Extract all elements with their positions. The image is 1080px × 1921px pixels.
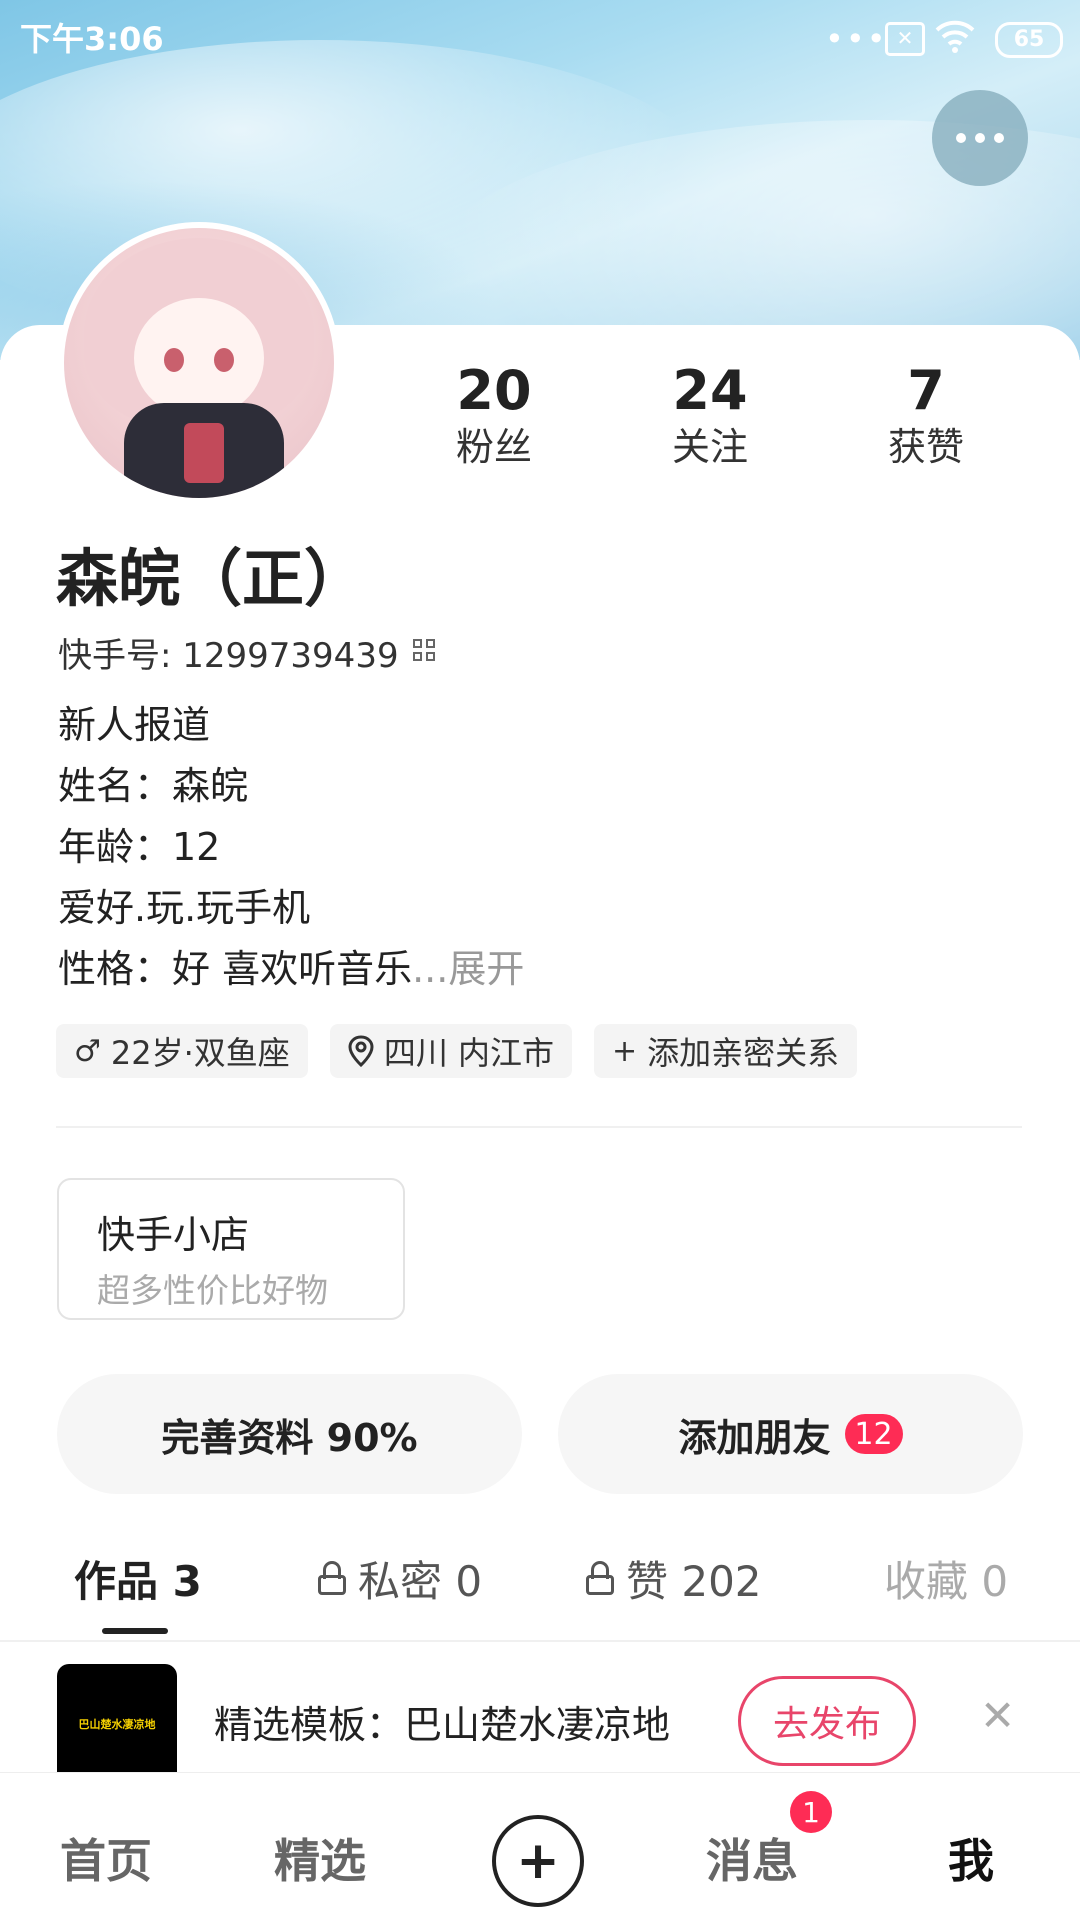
add-friends-label: 添加朋友: [678, 1415, 831, 1460]
location-tag: 四川 内江市: [329, 1024, 572, 1078]
active-tab-indicator: [102, 1628, 168, 1634]
following-label: 关注: [671, 425, 748, 469]
kuaishou-shop-card[interactable]: 快手小店 超多性价比好物: [57, 1178, 405, 1320]
wifi-icon: [935, 20, 975, 53]
tab-favorites-label: 收藏 0: [884, 1556, 1009, 1606]
template-banner: 巴山楚水凄凉地 精选模板：巴山楚水凄凉地 去发布 ✕: [0, 1650, 1080, 1784]
complete-profile-button[interactable]: 完善资料 90%: [57, 1374, 522, 1494]
profile-bio: 新人报道 姓名：森皖 年龄：12 爱好.玩.玩手机 性格：好 喜欢听音乐...展…: [58, 695, 524, 1000]
nav-featured[interactable]: 精选: [274, 1825, 366, 1891]
bio-line: 姓名：森皖: [58, 764, 249, 808]
dot-icon: [975, 133, 985, 143]
template-banner-text: 精选模板：巴山楚水凄凉地: [214, 1703, 671, 1747]
following-count: 24: [672, 359, 748, 422]
avatar[interactable]: [58, 222, 340, 504]
more-notifications-icon: •••: [825, 20, 888, 58]
dot-icon: [994, 133, 1004, 143]
likes-stat[interactable]: 7 获赞: [826, 360, 1026, 472]
nav-me[interactable]: 我: [948, 1825, 994, 1891]
location-pin-icon: [348, 1035, 374, 1067]
divider: [56, 1126, 1022, 1128]
shop-subtitle: 超多性价比好物: [97, 1271, 328, 1310]
following-stat[interactable]: 24 关注: [610, 360, 810, 472]
publish-button[interactable]: 去发布: [738, 1676, 916, 1766]
shop-title: 快手小店: [97, 1213, 250, 1257]
complete-profile-label: 完善资料 90%: [161, 1415, 418, 1460]
qr-code-icon[interactable]: [412, 638, 437, 667]
more-options-button[interactable]: [932, 90, 1028, 186]
tab-favorites[interactable]: 收藏 0: [884, 1548, 1008, 1608]
likes-count: 7: [907, 359, 945, 422]
add-friends-badge: 12: [844, 1414, 903, 1454]
messages-badge: 1: [790, 1791, 832, 1833]
kuaishou-id: 快手号: 1299739439: [58, 636, 399, 676]
tab-likes-label: 赞 202: [626, 1556, 762, 1606]
tabs-divider: [0, 1640, 1080, 1642]
plus-icon: +: [612, 1033, 638, 1069]
followers-label: 粉丝: [455, 425, 532, 469]
add-relation-text: 添加亲密关系: [647, 1034, 840, 1072]
bio-line: 新人报道: [58, 703, 211, 747]
age-sign-text: 22岁·双鱼座: [110, 1034, 290, 1072]
avatar-image: [64, 228, 334, 498]
nav-messages[interactable]: 消息: [706, 1825, 798, 1891]
status-bar: 下午3:06 ••• ✕ 65: [0, 0, 1080, 74]
sim-icon: ✕: [885, 22, 925, 56]
lock-icon: [318, 1561, 346, 1595]
content-tabs: 作品 3 私密 0 赞 202 收藏 0: [0, 1548, 1080, 1638]
lock-icon: [586, 1561, 614, 1595]
bio-line: 年龄：12: [58, 825, 221, 869]
profile-name: 森皖（正）: [56, 542, 367, 615]
expand-bio-link[interactable]: ...展开: [412, 947, 524, 991]
bio-line: 性格：好 喜欢听音乐: [58, 947, 413, 991]
tab-likes[interactable]: 赞 202: [586, 1548, 762, 1608]
kuaishou-id-row[interactable]: 快手号: 1299739439: [58, 628, 437, 677]
add-relation-tag[interactable]: + 添加亲密关系: [594, 1024, 858, 1078]
profile-tags: ♂ 22岁·双鱼座 四川 内江市 + 添加亲密关系: [56, 1024, 858, 1078]
status-time: 下午3:06: [20, 20, 164, 58]
template-thumbnail[interactable]: 巴山楚水凄凉地: [57, 1664, 177, 1784]
followers-stat[interactable]: 20 粉丝: [394, 360, 594, 472]
location-text: 四川 内江市: [383, 1034, 554, 1072]
gender-icon: ♂: [74, 1033, 101, 1069]
bio-line-last: 性格：好 喜欢听音乐...展开: [58, 939, 524, 1000]
bottom-navigation: 首页 精选 + 消息 1 我: [0, 1772, 1080, 1921]
bio-line: 爱好.玩.玩手机: [58, 886, 311, 930]
battery-icon: 65: [995, 22, 1063, 58]
nav-home[interactable]: 首页: [60, 1825, 152, 1891]
tab-works-label: 作品 3: [74, 1556, 202, 1606]
likes-label: 获赞: [887, 425, 964, 469]
dot-icon: [956, 133, 966, 143]
tab-private-label: 私密 0: [358, 1556, 483, 1606]
plus-icon: +: [516, 1831, 560, 1891]
add-friends-button[interactable]: 添加朋友 12: [558, 1374, 1023, 1494]
age-sign-tag: ♂ 22岁·双鱼座: [56, 1024, 308, 1078]
close-icon[interactable]: ✕: [980, 1695, 1015, 1737]
tab-private[interactable]: 私密 0: [318, 1548, 482, 1608]
create-post-button[interactable]: +: [492, 1815, 584, 1907]
tab-works[interactable]: 作品 3: [74, 1548, 202, 1608]
followers-count: 20: [456, 359, 532, 422]
